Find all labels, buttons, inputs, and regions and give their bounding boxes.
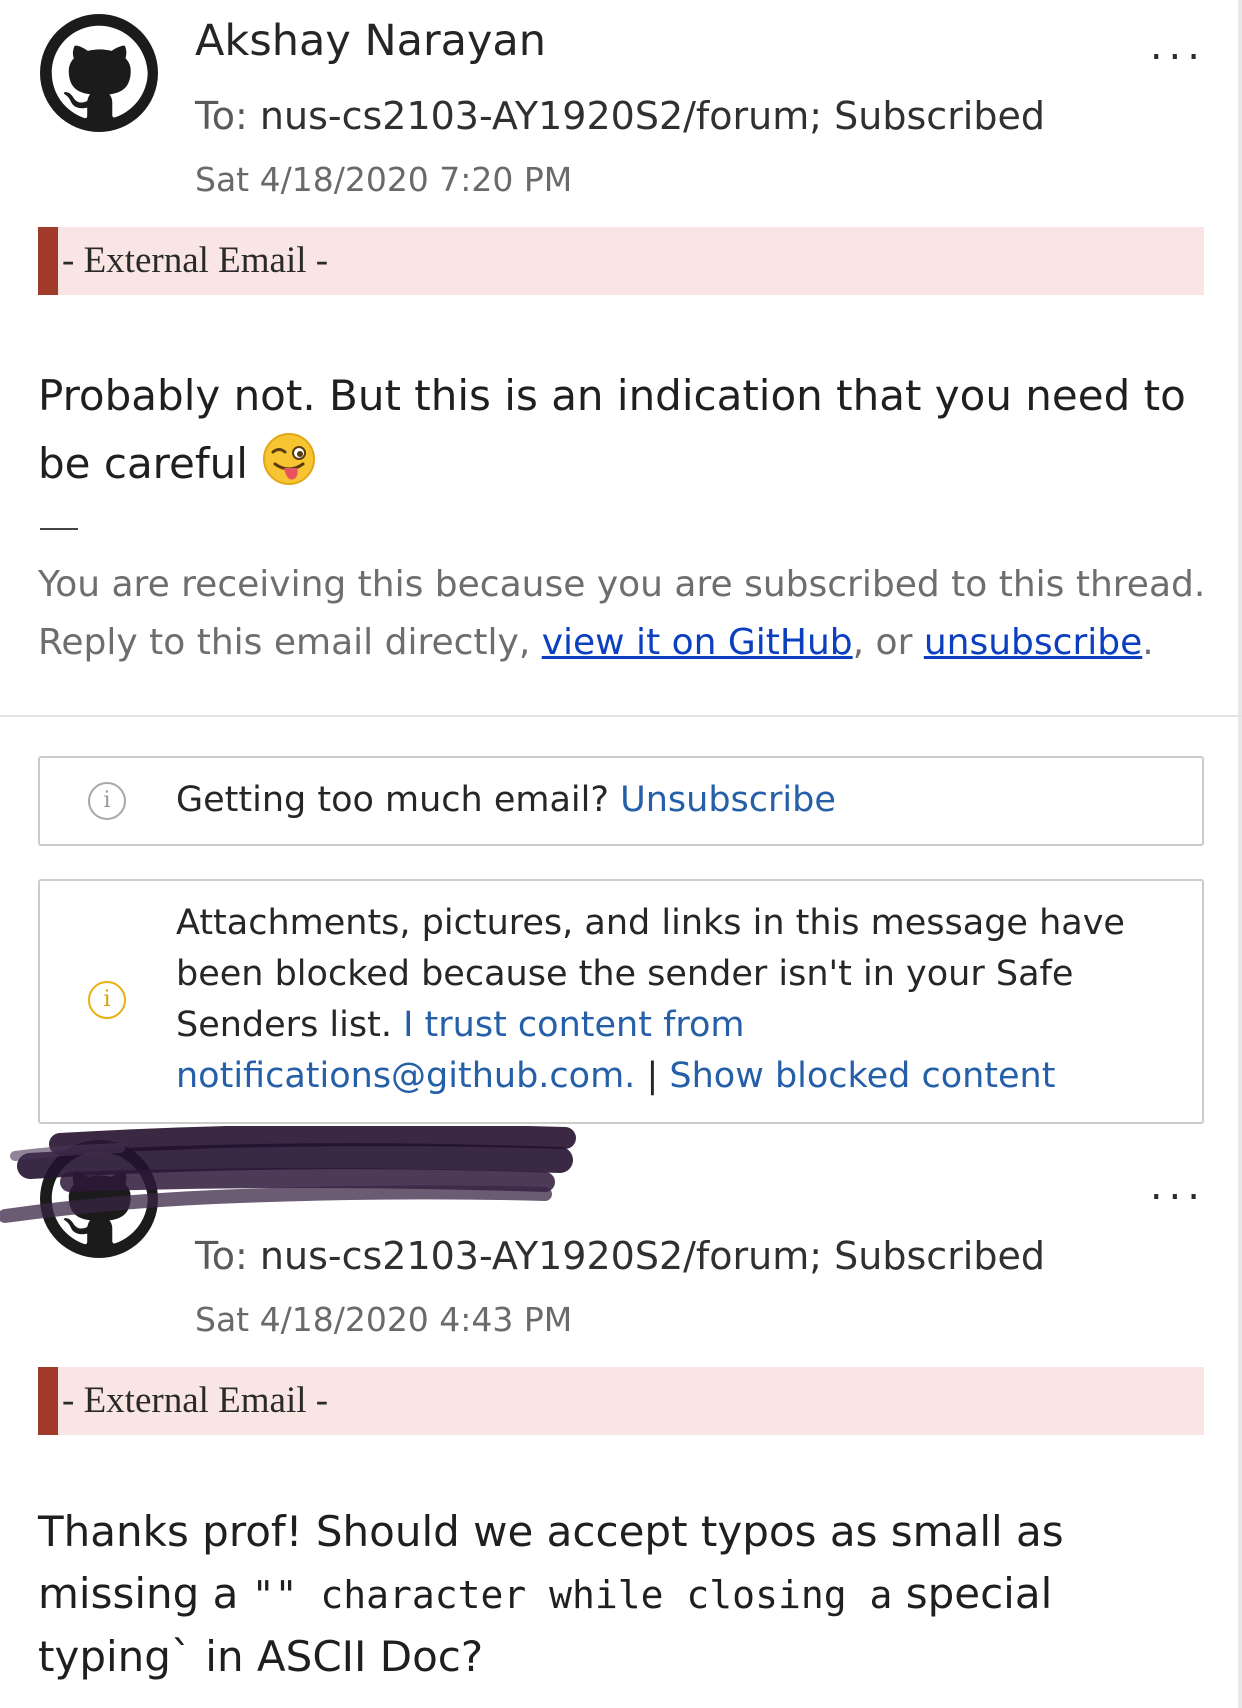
external-email-label: - External Email - <box>62 240 329 281</box>
to-prefix-2: To: <box>195 1234 248 1278</box>
blocked-content-notice: i Attachments, pictures, and links in th… <box>38 879 1204 1124</box>
external-email-label-2: - External Email - <box>62 1380 329 1421</box>
unsubscribe-notice-text: Getting too much email? Unsubscribe <box>176 775 1166 826</box>
message-body-2: Thanks prof! Should we accept typos as s… <box>38 1501 1208 1688</box>
github-avatar-icon[interactable] <box>40 14 158 132</box>
message-body-text: Probably not. But this is an indication … <box>38 371 1186 488</box>
footer-line-2: Reply to this email directly, view it on… <box>38 614 1208 672</box>
info-icon: i <box>88 782 126 820</box>
too-much-email-text: Getting too much email? <box>176 780 609 820</box>
more-options-icon-2[interactable]: ... <box>1150 1166 1206 1206</box>
redaction-scribble <box>0 1126 576 1223</box>
footer-reply-text: Reply to this email directly, <box>38 622 531 663</box>
message-body-code: "" character while closing a <box>251 1573 893 1617</box>
banner-accent-bar-2 <box>38 1367 58 1435</box>
recipient-line-2: To: nus-cs2103-AY1920S2/forum; Subscribe… <box>195 1234 1045 1278</box>
window-edge <box>1238 0 1242 1708</box>
sender-name[interactable]: Akshay Narayan <box>195 16 546 66</box>
banner-accent-bar <box>38 227 58 295</box>
show-blocked-content-link[interactable]: Show blocked content <box>669 1056 1055 1096</box>
recipient-address[interactable]: nus-cs2103-AY1920S2/forum; <box>260 94 822 138</box>
footer-divider <box>40 528 78 530</box>
to-prefix: To: <box>195 94 248 138</box>
message-date-2: Sat 4/18/2020 4:43 PM <box>195 1300 573 1339</box>
message-separator <box>0 715 1242 717</box>
more-options-icon[interactable]: ... <box>1150 26 1206 66</box>
view-on-github-link[interactable]: view it on GitHub <box>542 622 853 663</box>
message-body: Probably not. But this is an indication … <box>38 362 1208 506</box>
blocked-notice-text: Attachments, pictures, and links in this… <box>176 898 1166 1102</box>
footer-or-text: , or <box>852 622 913 663</box>
message-date: Sat 4/18/2020 7:20 PM <box>195 160 573 199</box>
recipient-line: To: nus-cs2103-AY1920S2/forum; Subscribe… <box>195 94 1045 138</box>
notification-footer: You are receiving this because you are s… <box>38 556 1208 672</box>
footer-period: . <box>1142 622 1154 663</box>
unsubscribe-link[interactable]: unsubscribe <box>924 622 1142 663</box>
subscribed-label: Subscribed <box>834 94 1045 138</box>
winking-tongue-emoji-icon <box>262 432 316 506</box>
warning-info-icon: i <box>88 981 126 1019</box>
unsubscribe-notice-link[interactable]: Unsubscribe <box>620 780 836 820</box>
unsubscribe-notice: i Getting too much email? Unsubscribe <box>38 756 1204 846</box>
footer-line-1: You are receiving this because you are s… <box>38 564 1206 605</box>
external-email-banner-2: - External Email - <box>38 1367 1204 1435</box>
link-separator: | <box>646 1056 659 1096</box>
recipient-address-2[interactable]: nus-cs2103-AY1920S2/forum; <box>260 1234 822 1278</box>
subscribed-label-2: Subscribed <box>834 1234 1045 1278</box>
external-email-banner: - External Email - <box>38 227 1204 295</box>
